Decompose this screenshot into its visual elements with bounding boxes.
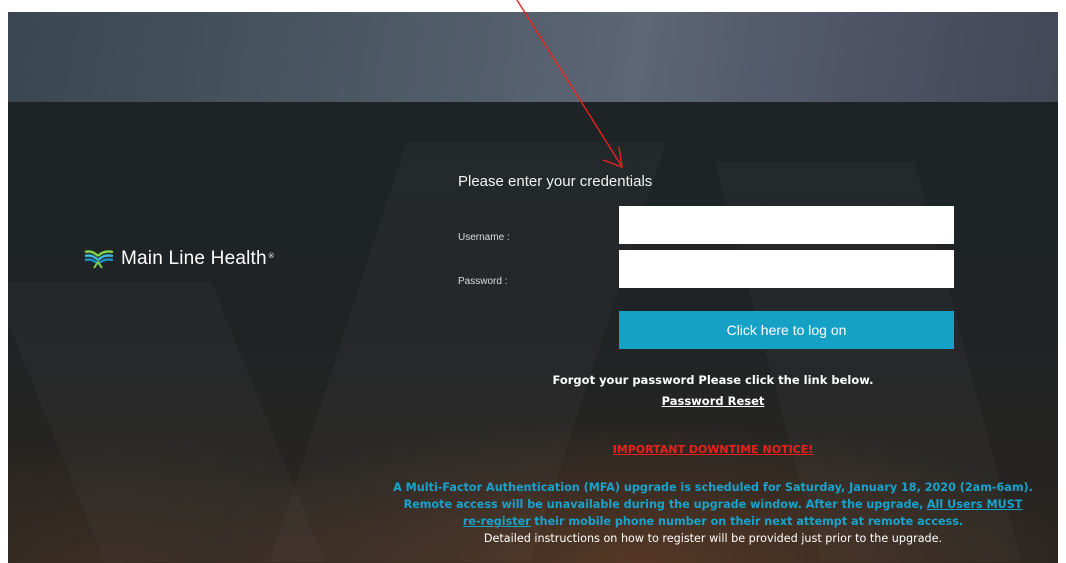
- re-register-link[interactable]: re-register: [463, 515, 531, 528]
- login-page: Main Line Health ® Please enter your cred…: [8, 12, 1058, 563]
- form-title: Please enter your credentials: [458, 173, 653, 190]
- all-users-must-link[interactable]: All Users MUST: [927, 498, 1023, 511]
- brand-logo: Main Line Health ®: [84, 248, 275, 270]
- notice-line-3: re-register their mobile phone number on…: [368, 513, 1058, 530]
- notice-line-2-text: Remote access will be unavailable during…: [403, 498, 924, 511]
- password-reset-link[interactable]: Password Reset: [662, 394, 765, 408]
- notice-line-2: Remote access will be unavailable during…: [368, 496, 1058, 513]
- header-band: [8, 12, 1058, 102]
- username-label: Username :: [458, 232, 510, 243]
- notice-line-1: A Multi-Factor Authentication (MFA) upgr…: [393, 481, 1033, 494]
- main-line-health-logo-icon: [84, 250, 114, 269]
- log-on-button[interactable]: Click here to log on: [619, 311, 954, 349]
- notice-line-4: Detailed instructions on how to register…: [483, 532, 943, 545]
- password-reset-row: Password Reset: [8, 390, 1058, 409]
- password-input[interactable]: [619, 250, 954, 288]
- downtime-notice-body: A Multi-Factor Authentication (MFA) upgr…: [368, 479, 1058, 547]
- brand-name: Main Line Health: [121, 248, 267, 269]
- registered-mark: ®: [267, 252, 275, 260]
- forgot-password-text: Forgot your password Please click the li…: [552, 373, 874, 387]
- downtime-notice-title: IMPORTANT DOWNTIME NOTICE!: [612, 443, 814, 456]
- notice-line-3-text: their mobile phone number on their next …: [534, 515, 964, 528]
- password-label: Password :: [458, 276, 508, 287]
- username-input[interactable]: [619, 206, 954, 244]
